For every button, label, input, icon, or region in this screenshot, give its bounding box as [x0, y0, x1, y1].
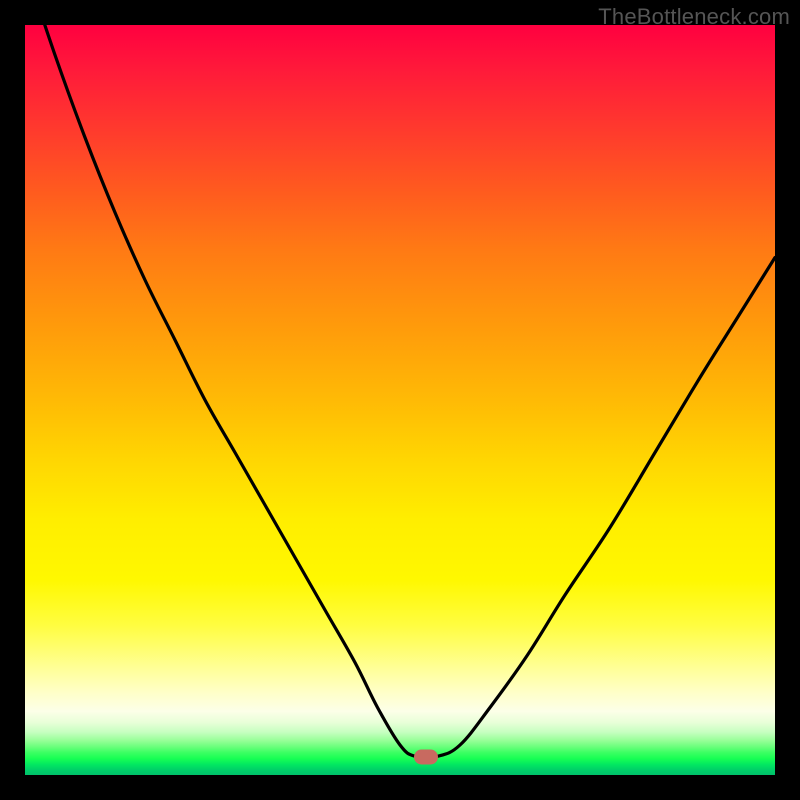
watermark-text: TheBottleneck.com — [598, 4, 790, 30]
plot-area — [25, 25, 775, 775]
chart-frame: TheBottleneck.com — [0, 0, 800, 800]
minimum-marker — [414, 750, 438, 765]
bottleneck-curve-path — [25, 25, 775, 758]
curve-svg — [25, 25, 775, 775]
